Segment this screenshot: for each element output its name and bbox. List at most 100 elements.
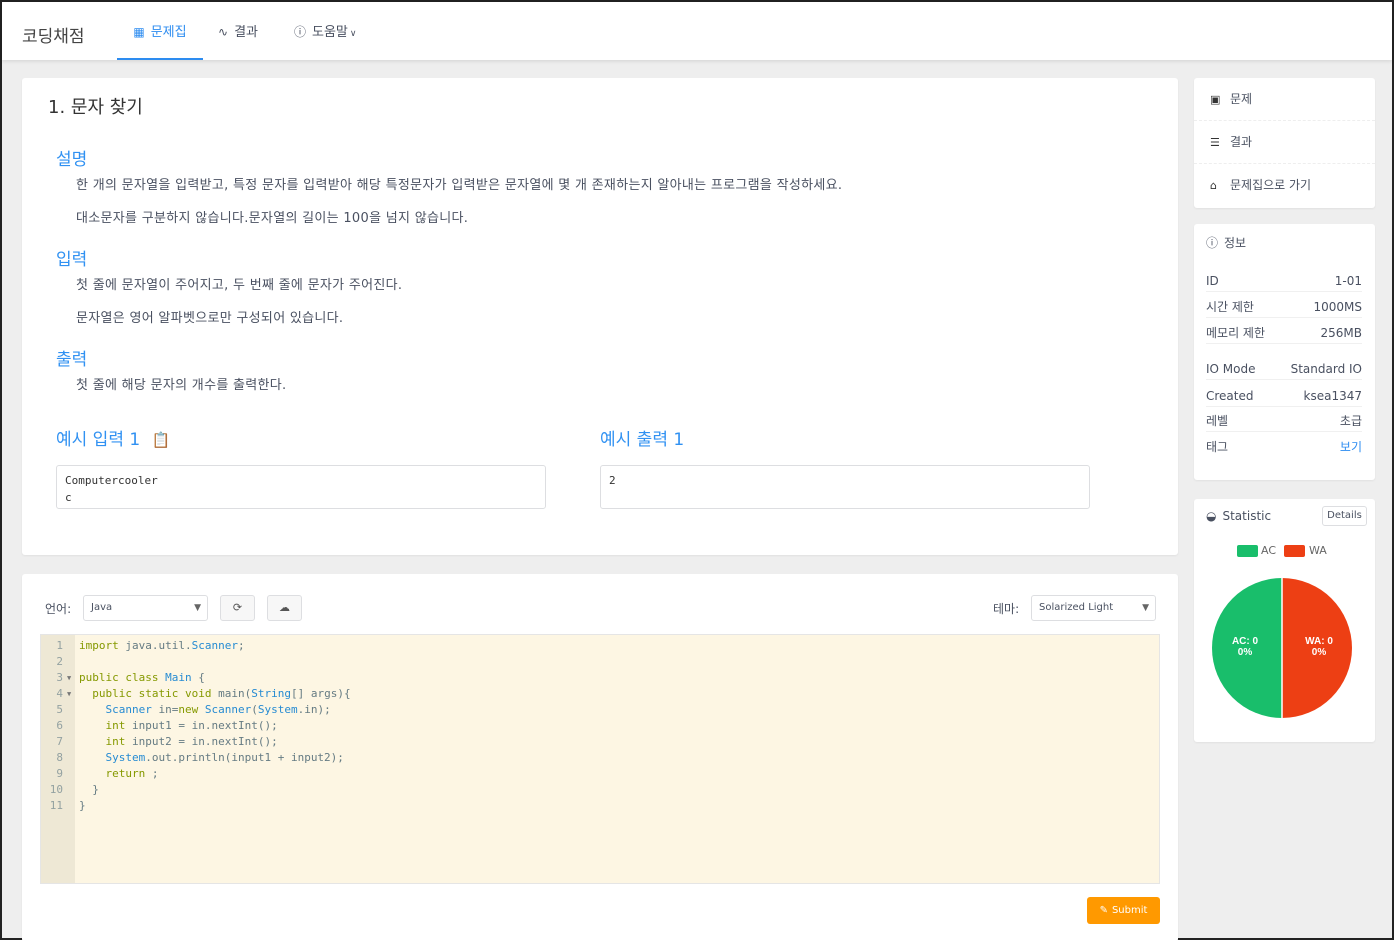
code-editor-card: 언어: Java ▼ ⟳ ☁ 테마: Solarized Light ▼ 1 i… bbox=[22, 574, 1178, 940]
pencil-icon: ✎ bbox=[1099, 905, 1108, 916]
menu-item-label: 결과 bbox=[1230, 135, 1253, 149]
code-text: Scanner in=new Scanner(System.in); bbox=[105, 703, 331, 716]
caret-down-icon: ▼ bbox=[194, 603, 201, 613]
caret-down-icon: ▼ bbox=[1142, 603, 1149, 613]
nav-problem-set-label: 문제집 bbox=[150, 25, 187, 40]
details-button[interactable]: Details bbox=[1322, 506, 1367, 526]
language-select[interactable]: Java ▼ bbox=[83, 595, 208, 621]
line-number: 9 bbox=[56, 767, 63, 780]
nav-problem-set[interactable]: ▦ 문제집 bbox=[117, 2, 203, 60]
input-heading: 입력 bbox=[56, 250, 88, 270]
description-heading: 설명 bbox=[56, 150, 88, 170]
description-line: 한 개의 문자열을 입력받고, 특정 문자를 입력받아 해당 특정문자가 입력받… bbox=[76, 178, 843, 193]
theme-select[interactable]: Solarized Light ▼ bbox=[1031, 595, 1156, 621]
input-line: 문자열은 영어 알파벳으로만 구성되어 있습니다. bbox=[76, 311, 344, 326]
info-row-created: Created ksea1347 bbox=[1206, 386, 1362, 407]
header-user-area[interactable] bbox=[1276, 14, 1364, 48]
home-icon: ⌂ bbox=[1210, 179, 1217, 192]
pulse-icon: ∿ bbox=[218, 25, 229, 39]
line-number: 2 bbox=[56, 655, 63, 668]
line-number: 3 bbox=[56, 671, 63, 684]
info-icon: ⓘ bbox=[294, 25, 307, 39]
code-text: public static void main(String[] args){ bbox=[92, 687, 351, 700]
menu-item-problem[interactable]: ▣ 문제 bbox=[1194, 78, 1375, 121]
line-number: 4 bbox=[56, 687, 63, 700]
code-text: } bbox=[79, 799, 86, 812]
info-header: ⓘ 정보 bbox=[1206, 234, 1246, 251]
code-text: return ; bbox=[105, 767, 159, 780]
nav-results-label: 결과 bbox=[234, 25, 258, 40]
theme-value: Solarized Light bbox=[1039, 602, 1114, 613]
statistic-header: ◒ Statistic bbox=[1206, 509, 1271, 523]
upload-code-button[interactable]: ☁ bbox=[267, 595, 302, 621]
line-number: 11 bbox=[49, 799, 63, 812]
sample-input-heading: 예시 입력 1 📋 bbox=[56, 425, 170, 450]
code-text: } bbox=[79, 783, 99, 796]
info-key: 메모리 제한 bbox=[1206, 326, 1266, 340]
info-row-tags: 태그 보기 bbox=[1206, 437, 1362, 458]
info-row-time-limit: 시간 제한 1000MS bbox=[1206, 297, 1362, 318]
info-value: 256MB bbox=[1320, 326, 1363, 340]
info-key: ID bbox=[1206, 274, 1219, 288]
line-number: 1 bbox=[56, 639, 63, 652]
info-value: 초급 bbox=[1339, 414, 1362, 428]
menu-item-goto-problemset[interactable]: ⌂ 문제집으로 가기 bbox=[1194, 164, 1375, 207]
pie-label-ac: AC: 0 bbox=[1232, 636, 1259, 647]
pie-chart-icon: ◒ bbox=[1206, 509, 1217, 523]
code-text: int input2 = in.nextInt(); bbox=[105, 735, 278, 748]
ac-wa-pie-chart: AC: 0 0% WA: 0 0% bbox=[1212, 578, 1352, 718]
reset-code-button[interactable]: ⟳ bbox=[220, 595, 255, 621]
nav-help-label: 도움말 bbox=[312, 25, 348, 40]
code-text: int input1 = in.nextInt(); bbox=[105, 719, 278, 732]
info-key: IO Mode bbox=[1206, 362, 1256, 376]
info-value: 1000MS bbox=[1313, 300, 1362, 314]
code-text: System.out.println(input1 + input2); bbox=[105, 751, 344, 764]
nav-results[interactable]: ∿ 결과 bbox=[218, 2, 258, 60]
problem-menu-card: ▣ 문제 ☰ 결과 ⌂ 문제집으로 가기 bbox=[1194, 78, 1375, 208]
statistic-title: Statistic bbox=[1222, 509, 1272, 523]
info-icon: ⓘ bbox=[1206, 236, 1219, 250]
input-line: 첫 줄에 문자열이 주어지고, 두 번째 줄에 문자가 주어진다. bbox=[76, 278, 403, 293]
info-row-memory-limit: 메모리 제한 256MB bbox=[1206, 323, 1362, 344]
info-key: 레벨 bbox=[1206, 414, 1229, 428]
code-editor[interactable]: 1 import java.util.Scanner; 2 3 ▼ public… bbox=[40, 634, 1160, 884]
theme-label: 테마: bbox=[993, 602, 1020, 616]
info-value: Standard IO bbox=[1290, 362, 1362, 376]
legend-swatch-wa[interactable] bbox=[1284, 545, 1305, 557]
legend-label-wa[interactable]: WA bbox=[1309, 544, 1327, 557]
fold-arrow-icon[interactable]: ▼ bbox=[67, 686, 71, 702]
description-line: 대소문자를 구분하지 않습니다.문자열의 길이는 100을 넘지 않습니다. bbox=[76, 211, 469, 226]
info-key: 시간 제한 bbox=[1206, 300, 1254, 314]
line-number: 7 bbox=[56, 735, 63, 748]
show-tags-link[interactable]: 보기 bbox=[1340, 437, 1362, 458]
line-number: 10 bbox=[49, 783, 63, 796]
info-row-io-mode: IO Mode Standard IO bbox=[1206, 359, 1362, 380]
legend-swatch-ac[interactable] bbox=[1237, 545, 1258, 557]
fold-arrow-icon[interactable]: ▼ bbox=[67, 670, 71, 686]
top-navbar: 코딩채점 ▦ 문제집 ∿ 결과 ⓘ 도움말 ∨ bbox=[2, 2, 1392, 60]
nav-help[interactable]: ⓘ 도움말 ∨ bbox=[294, 2, 357, 60]
menu-item-results[interactable]: ☰ 결과 bbox=[1194, 121, 1375, 164]
grid-icon: ▦ bbox=[133, 25, 145, 39]
submit-button[interactable]: ✎ Submit bbox=[1087, 897, 1160, 924]
sample-output-heading: 예시 출력 1 bbox=[600, 430, 685, 450]
info-title: 정보 bbox=[1224, 236, 1247, 250]
pie-pct-wa: 0% bbox=[1312, 647, 1327, 658]
code-text: import java.util.Scanner; bbox=[79, 639, 245, 652]
language-value: Java bbox=[91, 602, 113, 613]
info-value: ksea1347 bbox=[1303, 389, 1362, 403]
info-row-level: 레벨 초급 bbox=[1206, 411, 1362, 432]
copy-icon[interactable]: 📋 bbox=[152, 431, 171, 449]
info-value: 1-01 bbox=[1334, 274, 1362, 288]
statistic-card: ◒ Statistic Details AC WA AC: 0 0% WA: 0 … bbox=[1194, 499, 1375, 742]
sample-input-title: 예시 입력 1 bbox=[56, 430, 141, 450]
info-row-id: ID 1-01 bbox=[1206, 271, 1362, 292]
output-heading: 출력 bbox=[56, 350, 88, 370]
line-number: 5 bbox=[56, 703, 63, 716]
brand-logo[interactable]: 코딩채점 bbox=[22, 22, 85, 47]
legend-label-ac[interactable]: AC bbox=[1261, 544, 1276, 557]
pie-label-wa: WA: 0 bbox=[1305, 636, 1333, 647]
list-icon: ☰ bbox=[1210, 136, 1220, 149]
code-text: public class Main { bbox=[79, 671, 205, 684]
cloud-upload-icon: ☁ bbox=[279, 601, 290, 614]
